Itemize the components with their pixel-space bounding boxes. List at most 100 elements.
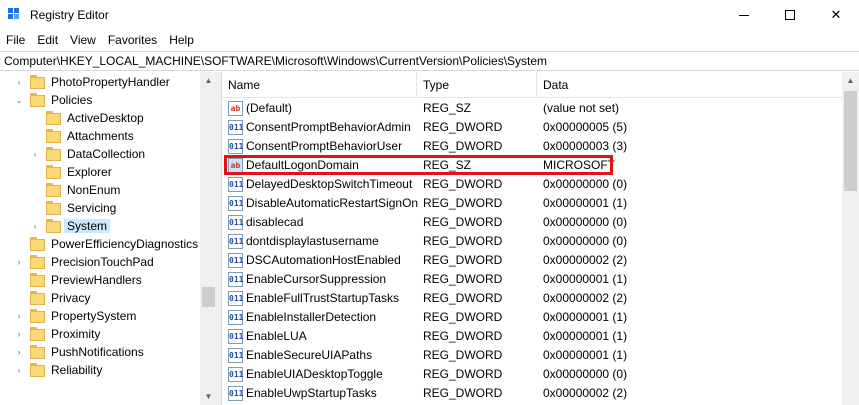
tree-item-attachments[interactable]: Attachments: [0, 127, 200, 145]
column-header-type[interactable]: Type: [417, 72, 537, 98]
tree-item-precisiontouchpad[interactable]: › PrecisionTouchPad: [0, 253, 200, 271]
tree-item-nonenum[interactable]: NonEnum: [0, 181, 200, 199]
value-type: REG_DWORD: [423, 215, 503, 229]
tree-item-privacy[interactable]: Privacy: [0, 289, 200, 307]
folder-icon: [30, 291, 45, 305]
menu-favorites[interactable]: Favorites: [108, 33, 163, 47]
expand-chevron-icon[interactable]: ›: [14, 307, 24, 325]
title-bar: Registry Editor ✕: [0, 0, 859, 30]
maximize-button[interactable]: [767, 0, 813, 30]
folder-icon: [30, 345, 45, 359]
registry-value-row[interactable]: 011 ConsentPromptBehaviorUser REG_DWORD 0x0…: [222, 137, 842, 156]
value-type: REG_DWORD: [423, 348, 503, 362]
tree-item-label: NonEnum: [67, 183, 121, 197]
expand-chevron-icon[interactable]: ›: [30, 145, 40, 163]
value-data: 0x00000001 (1): [543, 272, 628, 286]
values-list: Name Type Data ab (Default) REG_SZ (value n…: [222, 72, 859, 405]
column-header-data[interactable]: Data: [537, 72, 842, 98]
maximize-icon: [785, 10, 795, 20]
close-button[interactable]: ✕: [813, 0, 859, 30]
registry-value-row[interactable]: 011 EnableCursorSuppression REG_DWORD 0x000…: [222, 270, 842, 289]
tree-item-reliability[interactable]: › Reliability: [0, 361, 200, 379]
registry-value-row[interactable]: 011 DSCAutomationHostEnabled REG_DWORD 0x00…: [222, 251, 842, 270]
expand-chevron-icon[interactable]: ›: [14, 361, 24, 379]
scroll-up-icon[interactable]: ▲: [842, 72, 859, 89]
value-name: (Default): [246, 101, 293, 115]
tree-item-label: System: [64, 219, 111, 233]
registry-value-row[interactable]: 011 EnableLUA REG_DWORD 0x00000001 (1): [222, 327, 842, 346]
value-name: DelayedDesktopSwitchTimeout: [246, 177, 413, 191]
value-data: 0x00000000 (0): [543, 367, 628, 381]
tree-item-pushnotifications[interactable]: › PushNotifications: [0, 343, 200, 361]
folder-icon: [46, 111, 61, 125]
tree-item-proximity[interactable]: › Proximity: [0, 325, 200, 343]
registry-value-row[interactable]: 011 dontdisplaylastusername REG_DWORD 0x000…: [222, 232, 842, 251]
expand-chevron-icon: [30, 109, 40, 127]
registry-value-row[interactable]: ab (Default) REG_SZ (value not set): [222, 99, 842, 118]
value-data: 0x00000003 (3): [543, 139, 628, 153]
tree-item-policies[interactable]: ⌄ Policies: [0, 91, 200, 109]
column-header-name[interactable]: Name: [222, 72, 417, 98]
binary-value-icon: 011: [228, 386, 243, 401]
registry-value-row[interactable]: 011 DisableAutomaticRestartSignOn REG_DWOR…: [222, 194, 842, 213]
tree-item-label: Policies: [51, 93, 93, 107]
tree-item-previewhandlers[interactable]: PreviewHandlers: [0, 271, 200, 289]
tree-item-system[interactable]: › System: [0, 217, 200, 235]
tree-item-powerefficiencydiagnostics[interactable]: PowerEfficiencyDiagnostics: [0, 235, 200, 253]
registry-value-row[interactable]: 011 EnableUwpStartupTasks REG_DWORD 0x00000…: [222, 384, 842, 403]
tree-item-label: Attachments: [67, 129, 134, 143]
tree-scrollbar[interactable]: ▲ ▼: [200, 72, 217, 405]
registry-value-row[interactable]: 011 ConsentPromptBehaviorAdmin REG_DWORD 0x…: [222, 118, 842, 137]
registry-value-row[interactable]: 011 EnableFullTrustStartupTasks REG_DWORD 0…: [222, 289, 842, 308]
value-data: 0x00000002 (2): [543, 386, 628, 400]
value-data: 0x00000000 (0): [543, 234, 628, 248]
expand-chevron-icon[interactable]: ›: [14, 253, 24, 271]
tree-item-datacollection[interactable]: › DataCollection: [0, 145, 200, 163]
value-data: 0x00000001 (1): [543, 310, 628, 324]
menu-edit[interactable]: Edit: [37, 33, 64, 47]
value-name: DSCAutomationHostEnabled: [246, 253, 401, 267]
folder-icon: [46, 129, 61, 143]
expand-chevron-icon[interactable]: ›: [14, 325, 24, 343]
tree-scroll-thumb[interactable]: [202, 287, 215, 307]
folder-icon: [30, 327, 45, 341]
tree-item-servicing[interactable]: Servicing: [0, 199, 200, 217]
address-bar[interactable]: Computer\HKEY_LOCAL_MACHINE\SOFTWARE\Mic…: [0, 51, 859, 71]
registry-value-row[interactable]: 011 DelayedDesktopSwitchTimeout REG_DWORD 0…: [222, 175, 842, 194]
registry-value-row[interactable]: ab DefaultLogonDomain REG_SZ MICROSOFT: [222, 155, 842, 175]
registry-value-row[interactable]: 011 EnableSecureUIAPaths REG_DWORD 0x000000…: [222, 346, 842, 365]
tree-item-photopropertyhandler[interactable]: › PhotoPropertyHandler: [0, 73, 200, 91]
expand-chevron-icon: [30, 163, 40, 181]
scroll-down-icon[interactable]: ▼: [200, 388, 217, 405]
expand-chevron-icon: [30, 181, 40, 199]
binary-value-icon: 011: [228, 367, 243, 382]
folder-icon: [46, 165, 61, 179]
list-scroll-thumb[interactable]: [844, 91, 857, 191]
registry-value-row[interactable]: 011 EnableUIADesktopToggle REG_DWORD 0x0000…: [222, 365, 842, 384]
menu-help[interactable]: Help: [169, 33, 200, 47]
tree-item-label: Explorer: [67, 165, 112, 179]
minimize-button[interactable]: [721, 0, 767, 30]
value-data: 0x00000000 (0): [543, 215, 628, 229]
menu-view[interactable]: View: [70, 33, 102, 47]
value-type: REG_DWORD: [423, 291, 503, 305]
binary-value-icon: 011: [228, 120, 243, 135]
registry-value-row[interactable]: 011 EnableInstallerDetection REG_DWORD 0x00…: [222, 308, 842, 327]
tree-item-label: DataCollection: [67, 147, 146, 161]
expand-chevron-icon[interactable]: ›: [14, 343, 24, 361]
binary-value-icon: 011: [228, 139, 243, 154]
value-name: EnableLUA: [246, 329, 307, 343]
expand-chevron-icon[interactable]: ›: [14, 73, 24, 91]
tree-item-activedesktop[interactable]: ActiveDesktop: [0, 109, 200, 127]
tree-item-propertysystem[interactable]: › PropertySystem: [0, 307, 200, 325]
binary-value-icon: 011: [228, 329, 243, 344]
menu-file[interactable]: File: [6, 33, 31, 47]
registry-value-row[interactable]: 011 disablecad REG_DWORD 0x00000000 (0): [222, 213, 842, 232]
value-name: EnableSecureUIAPaths: [246, 348, 373, 362]
tree-item-explorer[interactable]: Explorer: [0, 163, 200, 181]
expand-chevron-icon[interactable]: ›: [30, 217, 40, 235]
collapse-chevron-icon[interactable]: ⌄: [14, 91, 24, 109]
value-data: 0x00000005 (5): [543, 120, 628, 134]
scroll-up-icon[interactable]: ▲: [200, 72, 217, 89]
list-scrollbar[interactable]: ▲: [842, 72, 859, 405]
